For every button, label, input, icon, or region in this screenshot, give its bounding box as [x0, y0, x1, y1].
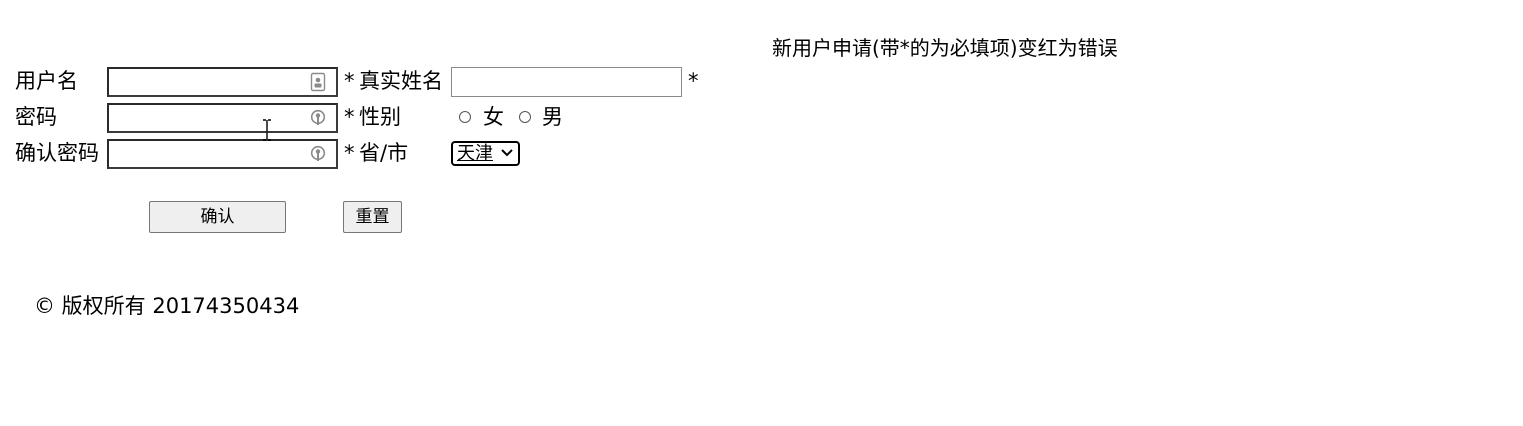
confirm-password-input[interactable] [107, 139, 338, 169]
password-required-mark: * [344, 105, 355, 129]
province-label: 省/市 [359, 141, 409, 165]
gender-male-label: 男 [542, 105, 563, 129]
password-input[interactable] [107, 103, 338, 133]
key-icon [310, 145, 326, 161]
reset-button[interactable]: 重置 [343, 201, 402, 233]
real-name-label: 真实姓名 [359, 69, 443, 93]
gender-male-radio[interactable] [519, 111, 531, 123]
username-input[interactable] [107, 67, 338, 97]
key-icon [310, 109, 326, 125]
province-select[interactable]: 天津 [451, 141, 520, 166]
page-title: 新用户申请(带*的为必填项)变红为错误 [772, 36, 1118, 60]
real-name-input[interactable] [451, 67, 682, 97]
text-cursor-icon [263, 119, 271, 141]
gender-label: 性别 [359, 105, 401, 129]
username-label: 用户名 [15, 69, 78, 93]
gender-female-label: 女 [483, 105, 504, 129]
username-required-mark: * [344, 69, 355, 93]
confirm-password-required-mark: * [344, 141, 355, 165]
gender-female-radio[interactable] [459, 111, 471, 123]
chevron-down-icon [501, 149, 513, 157]
confirm-button[interactable]: 确认 [149, 201, 286, 233]
copyright-footer: © 版权所有 20174350434 [34, 294, 300, 318]
real-name-required-mark: * [688, 69, 699, 93]
password-label: 密码 [15, 105, 57, 129]
confirm-password-label: 确认密码 [15, 141, 99, 165]
contact-card-icon [310, 72, 326, 92]
province-selected-value: 天津 [457, 143, 493, 164]
registration-page: 新用户申请(带*的为必填项)变红为错误 用户名 * 真实姓名 * 密码 * 性别… [0, 0, 1523, 426]
